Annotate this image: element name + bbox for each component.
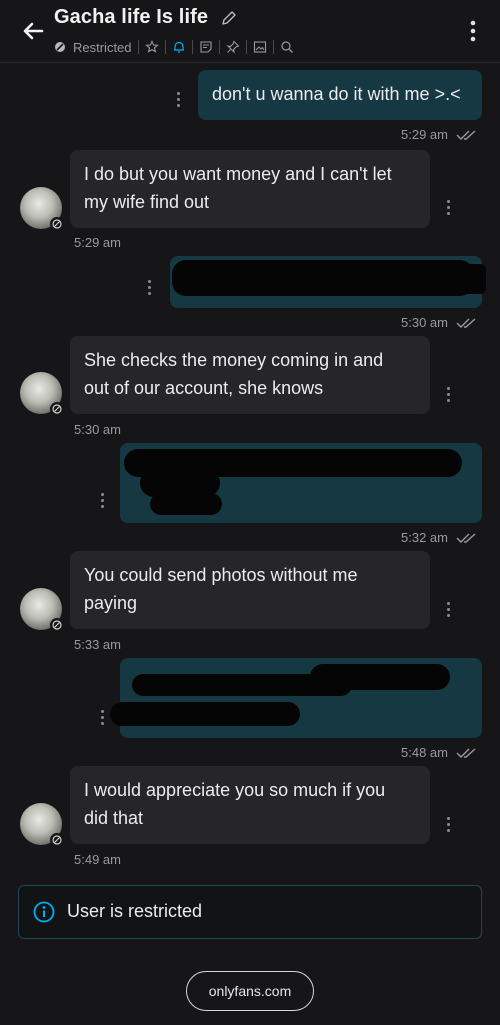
chat-subtitle-row: Restricted (54, 38, 294, 56)
outgoing-message[interactable] (110, 658, 482, 738)
read-checkmarks-icon (456, 318, 476, 328)
read-checkmarks-icon (456, 533, 476, 543)
redaction-mark (460, 264, 486, 294)
message-time: 5:29 am (401, 127, 448, 142)
read-checkmarks-icon (456, 748, 476, 758)
more-vertical-icon[interactable] (470, 20, 476, 42)
restricted-notice: User is restricted (18, 885, 482, 939)
incoming-message[interactable]: She checks the money coming in and out of… (70, 336, 430, 414)
message-options-icon[interactable] (447, 602, 451, 618)
message-text: I would appreciate you so much if you did… (84, 780, 386, 828)
divider (218, 40, 220, 54)
notice-text: User is restricted (67, 901, 203, 921)
message-text: You could send photos without me paying (84, 565, 358, 613)
read-checkmarks-icon (456, 130, 476, 140)
restricted-icon (50, 833, 64, 847)
image-icon[interactable] (253, 40, 267, 54)
outgoing-message[interactable]: don't u wanna do it with me >.< (198, 70, 482, 120)
chat-title[interactable]: Gacha life Is life (54, 6, 208, 29)
message-options-icon[interactable] (177, 92, 181, 108)
chat-header: Gacha life Is life Restricted (0, 0, 500, 63)
incoming-message[interactable]: I would appreciate you so much if you did… (70, 766, 430, 844)
incoming-message[interactable]: You could send photos without me paying (70, 551, 430, 629)
message-options-icon[interactable] (148, 280, 152, 296)
star-icon[interactable] (144, 40, 159, 54)
restricted-status: Restricted (73, 39, 132, 55)
divider (191, 40, 193, 54)
message-options-icon[interactable] (447, 200, 451, 216)
restricted-icon (50, 217, 64, 231)
message-time: 5:29 am (74, 235, 121, 250)
avatar[interactable] (20, 372, 64, 416)
outgoing-message[interactable] (120, 443, 482, 523)
redaction-mark (310, 664, 450, 690)
bell-icon[interactable] (172, 40, 186, 54)
message-options-icon[interactable] (101, 493, 105, 509)
message-time: 5:30 am (401, 315, 448, 330)
divider (137, 40, 139, 54)
message-options-icon[interactable] (447, 387, 451, 403)
message-time: 5:30 am (74, 422, 121, 437)
message-time: 5:49 am (74, 852, 121, 867)
incoming-message[interactable]: I do but you want money and I can't let m… (70, 150, 430, 228)
edit-pencil-icon[interactable] (220, 9, 238, 27)
message-time: 5:33 am (74, 637, 121, 652)
restricted-icon (55, 42, 65, 52)
outgoing-message[interactable] (170, 256, 486, 308)
search-icon[interactable] (280, 40, 294, 54)
divider (245, 40, 247, 54)
restricted-icon (50, 402, 64, 416)
site-link-button[interactable]: onlyfans.com (186, 971, 314, 1011)
redaction-mark (110, 702, 300, 726)
divider (272, 40, 274, 54)
pin-icon[interactable] (225, 40, 240, 54)
avatar[interactable] (20, 803, 64, 847)
message-options-icon[interactable] (101, 710, 105, 726)
message-text: She checks the money coming in and out of… (84, 350, 384, 398)
redaction-mark (150, 493, 222, 515)
message-time: 5:32 am (401, 530, 448, 545)
restricted-icon (50, 618, 64, 632)
redaction-mark (172, 260, 474, 296)
note-icon[interactable] (199, 40, 213, 54)
message-options-icon[interactable] (447, 817, 451, 833)
avatar[interactable] (20, 588, 64, 632)
message-text: don't u wanna do it with me >.< (212, 84, 461, 104)
back-arrow-icon[interactable] (18, 16, 48, 46)
message-text: I do but you want money and I can't let m… (84, 164, 392, 212)
message-time: 5:48 am (401, 745, 448, 760)
info-icon (33, 901, 55, 923)
divider (164, 40, 166, 54)
avatar[interactable] (20, 187, 64, 231)
